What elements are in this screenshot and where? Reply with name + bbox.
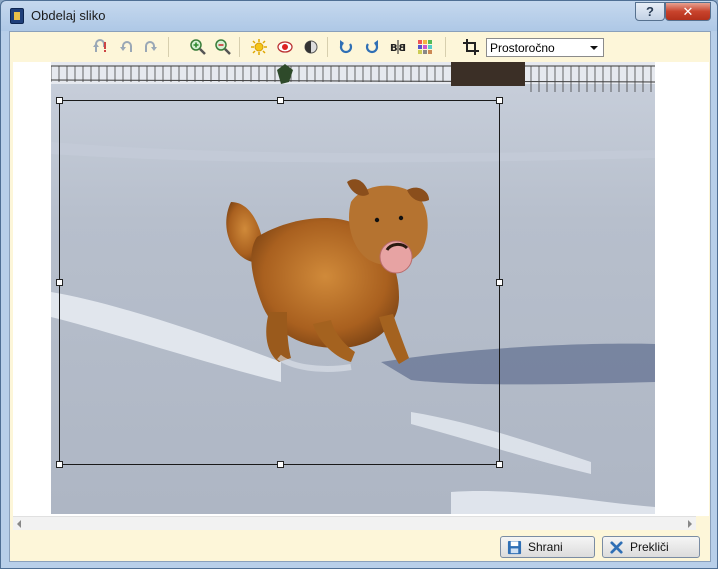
cancel-button[interactable]: Prekliči xyxy=(602,536,700,558)
color-grid-icon[interactable] xyxy=(414,37,436,57)
toolbar-separator xyxy=(445,37,446,57)
crop-icon[interactable] xyxy=(460,37,482,57)
vertical-scrollbar[interactable] xyxy=(696,62,709,516)
close-button[interactable]: ✕ xyxy=(665,2,711,21)
toolbar-separator xyxy=(168,37,169,57)
undo-all-icon[interactable] xyxy=(89,37,111,57)
chevron-down-icon xyxy=(590,46,598,50)
rotate-right-icon[interactable] xyxy=(361,37,383,57)
close-icon xyxy=(610,540,623,554)
floppy-disk-icon xyxy=(507,540,522,554)
rotate-left-icon[interactable] xyxy=(335,37,357,57)
toolbar-separator xyxy=(327,37,328,57)
crop-handle-bottom[interactable] xyxy=(277,461,284,468)
brightness-icon[interactable] xyxy=(248,37,270,57)
redo-icon[interactable] xyxy=(140,37,162,57)
toolbar: BB Prostoročno xyxy=(10,32,710,62)
crop-handle-right[interactable] xyxy=(496,279,503,286)
svg-text:B: B xyxy=(398,43,406,54)
zoom-in-icon[interactable] xyxy=(187,37,209,57)
cancel-button-label: Prekliči xyxy=(630,540,669,554)
window-title: Obdelaj sliko xyxy=(31,8,106,23)
crop-handle-top[interactable] xyxy=(277,97,284,104)
edit-image-dialog: Obdelaj sliko ? ✕ B B Prostoročno Shrani… xyxy=(0,0,718,569)
horizontal-scrollbar[interactable] xyxy=(13,516,696,530)
save-button[interactable]: Shrani xyxy=(500,536,595,558)
red-eye-icon[interactable] xyxy=(274,37,296,57)
contrast-icon[interactable] xyxy=(300,37,322,57)
crop-handle-bottom-left[interactable] xyxy=(56,461,63,468)
image-canvas[interactable] xyxy=(13,62,696,516)
svg-text:B: B xyxy=(390,43,398,54)
crop-selection[interactable] xyxy=(56,97,503,468)
crop-ratio-select[interactable]: Prostoročno xyxy=(486,38,604,57)
scroll-left-icon[interactable] xyxy=(17,520,21,528)
undo-icon[interactable] xyxy=(115,37,137,57)
crop-handle-top-left[interactable] xyxy=(56,97,63,104)
scroll-right-icon[interactable] xyxy=(688,520,692,528)
crop-handle-top-right[interactable] xyxy=(496,97,503,104)
flip-icon[interactable]: BB xyxy=(387,37,409,57)
zoom-out-icon[interactable] xyxy=(212,37,234,57)
toolbar-separator xyxy=(239,37,240,57)
title-bar[interactable]: Obdelaj sliko ? ✕ xyxy=(1,1,717,31)
crop-handle-left[interactable] xyxy=(56,279,63,286)
dialog-body: BB Prostoročno Shrani Prekliči xyxy=(9,31,711,562)
app-icon xyxy=(10,8,24,24)
save-button-label: Shrani xyxy=(528,540,563,554)
crop-ratio-value: Prostoročno xyxy=(490,40,555,55)
crop-handle-bottom-right[interactable] xyxy=(496,461,503,468)
help-button[interactable]: ? xyxy=(635,2,665,21)
